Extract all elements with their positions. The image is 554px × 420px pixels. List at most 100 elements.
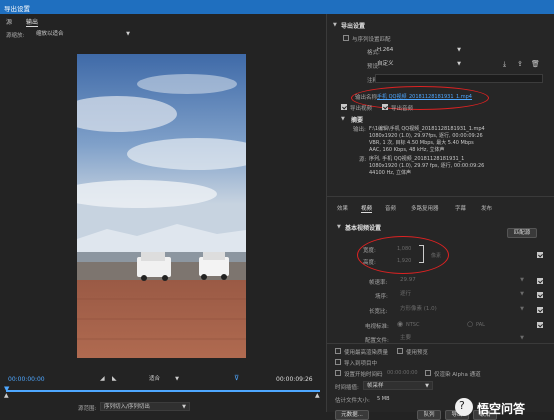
summary-output-line: VBR, 1 次, 目标 4.50 Mbps, 最大 5.40 Mbps [369, 140, 474, 146]
chevron-down-icon: ▼ [520, 306, 524, 312]
import-preset-icon[interactable]: ⇪ [517, 60, 523, 68]
import-project-checkbox[interactable] [335, 359, 341, 365]
summary-output-line: F:\1编辑\手机 QQ视频_20181128181931_1.mp4 [369, 126, 485, 132]
frame-rate-checkbox[interactable] [537, 278, 543, 284]
chevron-down-icon: ▼ [520, 335, 524, 341]
aspect-label: 长宽比: [369, 309, 388, 315]
summary-output-label: 输出: [353, 127, 366, 133]
file-size-value: 5 MB [377, 396, 390, 402]
export-audio-label: 导出音频 [391, 106, 414, 112]
tv-standard-label: 电视标准: [365, 324, 389, 330]
aspect-checkbox[interactable] [537, 307, 543, 313]
field-order-label: 场序: [375, 294, 388, 300]
ntsc-radio[interactable]: ◉ [397, 320, 403, 328]
set-start-tc-label: 设置开始时间码 [344, 372, 383, 378]
set-start-tc-checkbox[interactable] [335, 370, 341, 376]
watermark-text: 悟空问答 [477, 402, 526, 416]
source-range-select[interactable]: 序列切入/序列切出 ▼ [100, 402, 190, 411]
expand-icon[interactable]: ▼ [337, 224, 341, 230]
match-sequence-checkbox[interactable] [343, 35, 349, 41]
settings-panel: ▼ 导出设置 与序列设置匹配 格式: H.264 ▼ 预设: 自定义 ▼ ⤓ ⇪ 🗑… [326, 14, 554, 420]
mark-in-icon[interactable]: ◢ [100, 375, 105, 382]
width-height-checkbox[interactable] [537, 252, 543, 258]
max-render-label: 使用最高渲染质量 [344, 350, 389, 356]
timeline-track[interactable] [6, 390, 320, 392]
tab-output[interactable]: 输出 [26, 17, 39, 27]
export-video-label: 导出视频 [350, 106, 373, 112]
tab-video[interactable]: 视频 [361, 204, 373, 213]
chevron-down-icon: ▼ [457, 61, 461, 67]
chevron-down-icon: ▼ [520, 291, 524, 297]
annotation-oval [357, 236, 449, 274]
tab-multiplexer[interactable]: 多路复用器 [411, 204, 439, 212]
chevron-down-icon: ▼ [425, 383, 429, 389]
export-video-checkbox[interactable] [341, 104, 347, 110]
comment-input[interactable] [375, 74, 543, 83]
timecode-end: 00:00:09:26 [276, 376, 313, 383]
format-select[interactable]: H.264 ▼ [374, 46, 464, 55]
save-preset-icon[interactable]: ⤓ [503, 60, 506, 69]
summary-source-line: 1080x1920 (1.0), 29.97 fps, 逐行, 00:00:09… [369, 163, 485, 169]
playhead-icon[interactable]: ⊽ [234, 374, 239, 382]
match-source-button[interactable]: 匹配源 [507, 228, 537, 238]
tv-standard-checkbox[interactable] [537, 322, 543, 328]
out-point-handle[interactable]: ▲ [315, 392, 320, 399]
time-interp-select[interactable]: 帧采样 ▼ [363, 381, 433, 390]
match-sequence-label: 与序列设置匹配 [352, 37, 391, 43]
use-preview-label: 使用预览 [406, 350, 429, 356]
export-settings-title: 导出设置 [341, 23, 366, 30]
source-scaling-select[interactable]: 缩放以适合 ▼ [33, 30, 133, 39]
video-preview [77, 54, 246, 358]
chevron-down-icon: ▼ [126, 31, 130, 37]
watermark-logo-icon: ? [455, 398, 473, 416]
tab-publish[interactable]: 发布 [481, 204, 492, 212]
watermark: ? 悟空问答 [455, 396, 553, 420]
source-range-label: 源范围: [78, 406, 97, 412]
source-scaling-label: 源缩放: [6, 33, 25, 39]
divider [327, 196, 554, 197]
mark-out-icon[interactable]: ◣ [112, 375, 117, 382]
tab-source[interactable]: 源 [6, 17, 12, 26]
summary-source-line: 序列, 手机 QQ视频_20181128181931_1 [369, 156, 465, 162]
render-alpha-checkbox[interactable] [425, 370, 431, 376]
max-render-checkbox[interactable] [335, 348, 341, 354]
delete-preset-icon[interactable]: 🗑 [531, 60, 540, 68]
summary-output-line: 1080x1920 (1.0), 29.97fps, 逐行, 00:00:09:… [369, 133, 483, 139]
field-order-select[interactable]: 逐行 ▼ [397, 290, 527, 299]
title-bar: 导出设置 [0, 0, 554, 14]
field-order-checkbox[interactable] [537, 292, 543, 298]
aspect-select[interactable]: 方形像素 (1.0) ▼ [397, 305, 527, 314]
basic-video-title: 基本视频设置 [345, 225, 382, 232]
chevron-down-icon: ▼ [182, 404, 186, 410]
use-preview-checkbox[interactable] [397, 348, 403, 354]
summary-title: 摘要 [351, 117, 364, 124]
preset-select[interactable]: 自定义 ▼ [374, 60, 464, 69]
expand-icon[interactable]: ▼ [333, 22, 337, 28]
timecode-start: 00:00:00:00 [8, 376, 45, 383]
window-title: 导出设置 [4, 5, 30, 13]
tab-audio[interactable]: 音频 [385, 204, 396, 212]
fit-select[interactable]: 适合 ▼ [146, 375, 182, 384]
preview-panel: 源 输出 源缩放: 缩放以适合 ▼ 00:00:00:00 ◢ ◣ 适合 ▼ ⊽… [0, 14, 326, 412]
expand-icon[interactable]: ▼ [341, 116, 345, 122]
time-interp-label: 时间插值: [335, 385, 359, 391]
tab-effects[interactable]: 效果 [337, 204, 348, 212]
chevron-down-icon: ▼ [520, 277, 524, 283]
profile-select[interactable]: 主要 ▼ [397, 334, 527, 343]
export-audio-checkbox[interactable] [382, 104, 388, 110]
file-size-label: 估计文件大小: [335, 398, 370, 404]
start-tc-value[interactable]: 00:00:00:00 [387, 370, 418, 376]
import-project-label: 导入到项目中 [344, 361, 378, 367]
render-alpha-label: 仅渲染 Alpha 通道 [434, 372, 481, 378]
chevron-down-icon: ▼ [457, 47, 461, 53]
chevron-down-icon: ▼ [175, 376, 179, 382]
pal-radio[interactable]: ○ [467, 320, 473, 328]
in-point-handle[interactable]: ▲ [4, 392, 9, 399]
ntsc-label: NTSC [406, 322, 420, 328]
pal-label: PAL [476, 322, 485, 328]
frame-rate-select[interactable]: 29.97 ▼ [397, 276, 527, 285]
summary-output-line: AAC, 160 Kbps, 48 kHz, 立体声 [369, 147, 445, 153]
tab-captions[interactable]: 字幕 [455, 204, 466, 212]
summary-source-line: 44100 Hz, 立体声 [369, 170, 412, 176]
frame-rate-label: 帧速率: [369, 280, 388, 286]
